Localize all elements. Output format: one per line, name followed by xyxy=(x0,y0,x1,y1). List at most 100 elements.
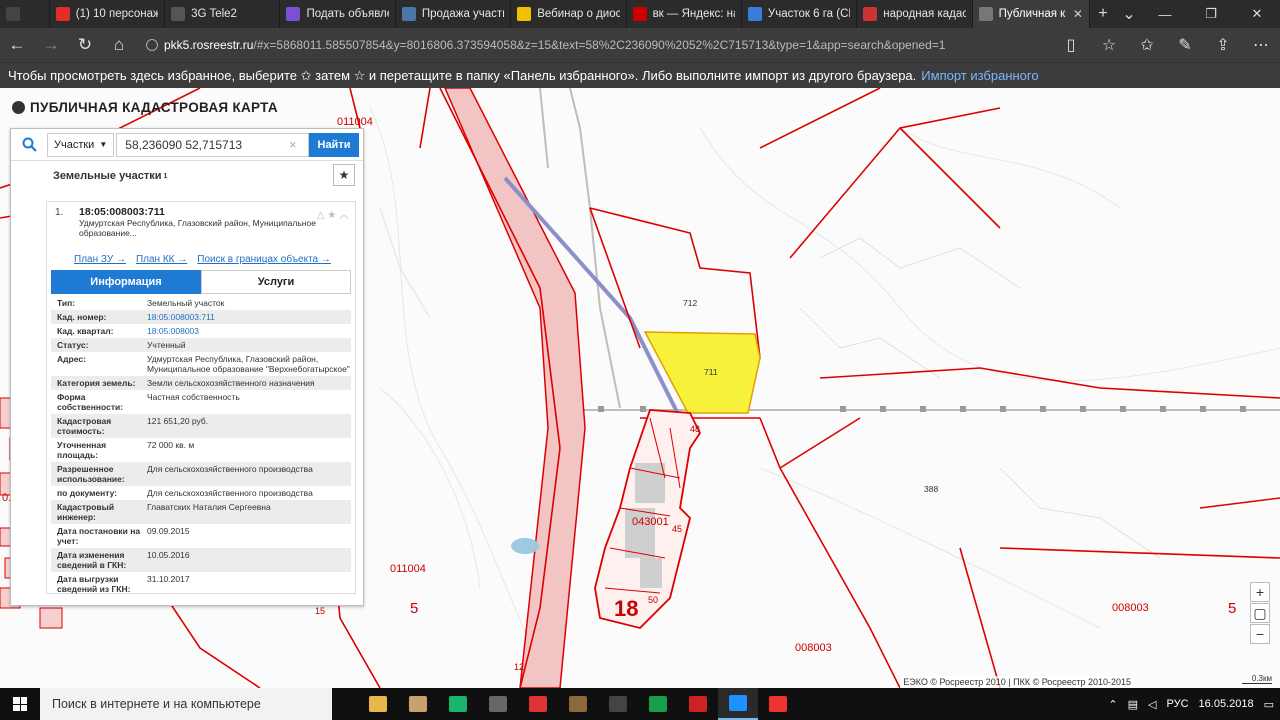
property-key: Категория земель: xyxy=(57,378,136,388)
app-photo-icon xyxy=(569,696,587,712)
taskbar-app[interactable] xyxy=(718,688,758,720)
find-button[interactable]: Найти xyxy=(309,132,359,157)
notifications-icon[interactable]: ▭ xyxy=(1264,698,1274,711)
taskbar-app[interactable] xyxy=(518,688,558,720)
star-icon[interactable]: ★ xyxy=(333,164,355,186)
web-note-icon[interactable]: ✎ xyxy=(1166,35,1204,55)
page-title-text: ПУБЛИЧНАЯ КАДАСТРОВАЯ КАРТА xyxy=(30,100,278,115)
volume-icon[interactable]: ◁ xyxy=(1148,698,1156,711)
fullscreen-button[interactable]: ▢ xyxy=(1250,603,1270,623)
back-button[interactable]: ← xyxy=(0,35,34,55)
property-row: Кадастровый инженер: Главатских Наталия С… xyxy=(51,500,351,524)
favorite-star-icon[interactable]: ☆ xyxy=(1090,35,1128,55)
plan-zu-link[interactable]: План ЗУ → xyxy=(74,254,126,268)
taskbar-app[interactable] xyxy=(478,688,518,720)
browser-tab-label: вк — Яндекс: нап xyxy=(652,8,735,20)
search-input[interactable]: 58,236090 52,715713 xyxy=(116,132,309,157)
property-row: Форма собственности: Частная собственност… xyxy=(51,390,351,414)
map-label-quarter: 008003 xyxy=(1112,602,1149,614)
start-button[interactable] xyxy=(0,688,40,720)
window-controls: — ❐ ✕ xyxy=(1142,0,1280,28)
cadastral-number: 18:05:008003:711 xyxy=(79,206,165,218)
taskbar-app[interactable] xyxy=(438,688,478,720)
favorites-hub-icon[interactable]: ✩ xyxy=(1128,35,1166,55)
new-tab-icon[interactable]: + xyxy=(1090,5,1116,23)
browser-tab[interactable]: 3G Tele2 xyxy=(165,0,281,28)
network-icon[interactable]: ▤ xyxy=(1128,698,1138,711)
zoom-in-button[interactable]: + xyxy=(1250,582,1270,602)
property-value: Земельный участок xyxy=(147,298,225,308)
browser-tab[interactable]: Публичная к ✕ xyxy=(972,0,1090,28)
taskbar-app[interactable] xyxy=(678,688,718,720)
taskbar-search-box[interactable]: Поиск в интернете и на компьютере xyxy=(40,688,332,720)
share-icon[interactable]: ⇪ xyxy=(1204,35,1242,55)
scale-bar: 0.3км xyxy=(1242,674,1272,684)
browser-tab[interactable]: вк — Яндекс: нап xyxy=(627,0,742,28)
taskbar-app[interactable] xyxy=(598,688,638,720)
collapse-icon[interactable]: ︿ xyxy=(339,210,349,221)
close-icon[interactable]: ✕ xyxy=(1234,6,1280,22)
property-key: Кадастровый инженер: xyxy=(57,502,115,522)
property-key: Дата изменения сведений в ГКН: xyxy=(57,550,127,570)
clock[interactable]: 16.05.2018 xyxy=(1199,698,1254,711)
property-row: Кад. квартал: 18:05:008003 xyxy=(51,324,351,338)
more-icon[interactable]: ⋯ xyxy=(1242,35,1280,55)
map-label-region: 5 xyxy=(1228,600,1237,617)
property-value[interactable]: 18:05:008003 xyxy=(147,326,351,336)
reading-view-icon[interactable]: ▯ xyxy=(1052,35,1090,55)
site-info-icon[interactable] xyxy=(146,39,158,51)
property-row: Статус: Учтенный xyxy=(51,338,351,352)
maximize-icon[interactable]: ❐ xyxy=(1188,6,1234,22)
tray-chevron-icon[interactable]: ⌃ xyxy=(1108,698,1117,711)
square-icon xyxy=(6,7,20,21)
search-type-select[interactable]: Участки ▼ xyxy=(47,132,115,157)
card-actions[interactable]: △ ★ ︿ xyxy=(317,206,349,221)
clear-icon[interactable]: × xyxy=(289,137,303,152)
file-explorer-icon xyxy=(369,696,387,712)
browser-tab-label: Подать объявлен xyxy=(306,8,388,20)
close-tab-icon[interactable]: ✕ xyxy=(1073,7,1083,21)
tab-information[interactable]: Информация xyxy=(51,270,201,294)
input-language[interactable]: РУС xyxy=(1167,698,1189,710)
star-icon[interactable]: ★ xyxy=(327,210,336,221)
browser-tab-label: Участок 6 га (СНТ xyxy=(767,8,850,20)
browser-tab[interactable]: Подать объявлен xyxy=(280,0,396,28)
tab-services[interactable]: Услуги xyxy=(201,270,351,294)
warning-icon[interactable]: △ xyxy=(317,210,325,221)
property-row: Уточненная площадь: 72 000 кв. м xyxy=(51,438,351,462)
search-in-bounds-link[interactable]: Поиск в границах объекта → xyxy=(197,254,331,268)
browser-tab[interactable]: Участок 6 га (СНТ xyxy=(742,0,858,28)
plan-kk-link[interactable]: План КК → xyxy=(136,254,187,268)
cadastral-map[interactable]: 011004 011004 011002 51 712 711 388 0430… xyxy=(0,88,1280,688)
home-button[interactable]: ⌂ xyxy=(102,35,136,55)
browser-tab[interactable]: (1) 10 персонаже xyxy=(50,0,166,28)
url-field[interactable]: pkk5.rosreestr.ru /#x=5868011.585507854&… xyxy=(146,28,945,62)
map-label-quarter: 043001 xyxy=(632,516,669,528)
browser-tab[interactable]: народная кадаст xyxy=(857,0,973,28)
property-value: 121 651,20 руб. xyxy=(147,416,209,426)
browser-tab[interactable]: Продажа участк xyxy=(396,0,512,28)
chevron-down-icon: ▼ xyxy=(99,140,108,149)
property-key: Кад. номер: xyxy=(57,312,107,322)
browser-tab[interactable]: Вебинар о диост xyxy=(511,0,627,28)
minimize-icon[interactable]: — xyxy=(1142,7,1188,22)
avito-icon xyxy=(286,7,301,21)
taskbar-app[interactable] xyxy=(758,688,798,720)
refresh-button[interactable]: ↻ xyxy=(68,35,102,55)
search-icon[interactable] xyxy=(11,129,47,161)
taskbar-app[interactable] xyxy=(398,688,438,720)
tab-list-chevron-icon[interactable]: ⌄ xyxy=(1116,4,1142,24)
browser-tab-label: Публичная к xyxy=(998,8,1066,20)
property-value: 10.05.2016 xyxy=(147,550,190,560)
property-row: Кадастровая стоимость: 121 651,20 руб. xyxy=(51,414,351,438)
taskbar-app[interactable] xyxy=(638,688,678,720)
taskbar-app[interactable] xyxy=(558,688,598,720)
property-value[interactable]: 18:05:008003:711 xyxy=(147,312,351,322)
forward-button[interactable]: → xyxy=(34,35,68,55)
result-card[interactable]: 1. 18:05:008003:711 Удмуртская Республик… xyxy=(46,201,356,594)
import-favorites-link[interactable]: Импорт избранного xyxy=(921,68,1038,83)
zoom-out-button[interactable]: − xyxy=(1250,624,1270,644)
property-row: Адрес: Удмуртская Республика, Глазовский … xyxy=(51,352,351,376)
browser-tab[interactable] xyxy=(0,0,50,28)
taskbar-app[interactable] xyxy=(358,688,398,720)
